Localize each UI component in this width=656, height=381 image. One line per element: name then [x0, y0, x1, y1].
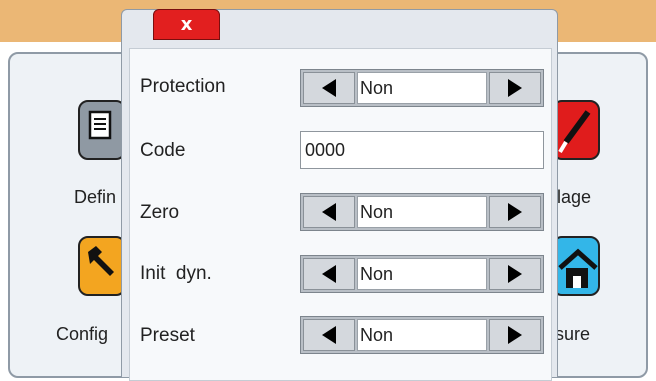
- protection-prev-button[interactable]: [303, 72, 355, 104]
- zero-prev-button[interactable]: [303, 196, 355, 228]
- arrow-right-icon: [508, 326, 522, 344]
- protection-next-button[interactable]: [489, 72, 541, 104]
- zero-value: Non: [357, 196, 487, 228]
- house-icon: [558, 248, 598, 288]
- arrow-right-icon: [508, 203, 522, 221]
- arrow-left-icon: [322, 265, 336, 283]
- protection-spinner: Non: [300, 69, 544, 107]
- adjustment-app-tile[interactable]: [552, 100, 600, 160]
- preset-spinner: Non: [300, 316, 544, 354]
- definition-app-tile[interactable]: [78, 100, 126, 160]
- configuration-app-tile[interactable]: [78, 236, 126, 296]
- code-input[interactable]: 0000: [300, 131, 544, 169]
- preset-prev-button[interactable]: [303, 319, 355, 351]
- protection-label: Protection: [140, 76, 226, 97]
- arrow-left-icon: [322, 326, 336, 344]
- arrow-right-icon: [508, 79, 522, 97]
- init-dyn-spinner: Non: [300, 255, 544, 293]
- init-dyn-label: Init dyn.: [140, 263, 212, 284]
- arrow-left-icon: [322, 203, 336, 221]
- definition-app-label: Defin: [74, 187, 117, 207]
- document-icon: [88, 110, 112, 140]
- configuration-app-label: Config: [56, 324, 109, 344]
- zero-label: Zero: [140, 202, 180, 223]
- wrench-icon: [88, 246, 114, 276]
- preset-label: Preset: [140, 325, 195, 346]
- preset-next-button[interactable]: [489, 319, 541, 351]
- zero-next-button[interactable]: [489, 196, 541, 228]
- adjustment-app-label: llage: [553, 187, 592, 207]
- protection-value: Non: [357, 72, 487, 104]
- measure-app-label: sure: [555, 324, 591, 344]
- init-dyn-value: Non: [357, 258, 487, 290]
- init-dyn-prev-button[interactable]: [303, 258, 355, 290]
- code-label: Code: [140, 140, 186, 161]
- close-button[interactable]: x: [153, 9, 220, 40]
- arrow-left-icon: [322, 79, 336, 97]
- measure-app-tile[interactable]: [552, 236, 600, 296]
- arrow-right-icon: [508, 265, 522, 283]
- preset-value: Non: [357, 319, 487, 351]
- zero-spinner: Non: [300, 193, 544, 231]
- close-icon: x: [180, 14, 193, 35]
- init-dyn-next-button[interactable]: [489, 258, 541, 290]
- screwdriver-icon: [558, 110, 591, 154]
